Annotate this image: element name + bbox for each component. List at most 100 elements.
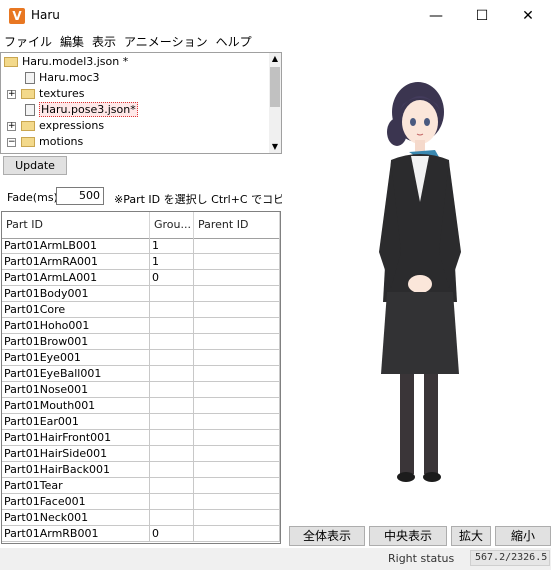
cell-parent-id[interactable] — [194, 382, 280, 398]
cell-group[interactable] — [150, 462, 194, 478]
table-row[interactable]: Part01ArmRB001 0 — [2, 526, 280, 542]
cell-part-id[interactable]: Part01Eye001 — [2, 350, 150, 366]
cell-group[interactable] — [150, 510, 194, 526]
scroll-up-icon[interactable]: ▲ — [269, 53, 281, 65]
table-row[interactable]: Part01HairSide001 — [2, 446, 280, 462]
table-row[interactable]: Part01Face001 — [2, 494, 280, 510]
expand-textures[interactable]: + — [7, 90, 16, 99]
column-part-id[interactable]: Part ID — [2, 212, 150, 238]
table-row[interactable]: Part01ArmLA001 0 — [2, 270, 280, 286]
table-row[interactable]: Part01Mouth001 — [2, 398, 280, 414]
zoom-in-button[interactable]: 拡大 — [451, 526, 491, 546]
cell-part-id[interactable]: Part01HairFront001 — [2, 430, 150, 446]
table-row[interactable]: Part01Neck001 — [2, 510, 280, 526]
scroll-down-icon[interactable]: ▼ — [269, 141, 281, 153]
cell-group[interactable]: 0 — [150, 270, 194, 286]
cell-part-id[interactable]: Part01ArmLB001 — [2, 238, 150, 254]
cell-parent-id[interactable] — [194, 254, 280, 270]
cell-part-id[interactable]: Part01Face001 — [2, 494, 150, 510]
model-viewer[interactable] — [287, 52, 551, 524]
scroll-thumb[interactable] — [270, 67, 280, 107]
cell-group[interactable] — [150, 398, 194, 414]
cell-group[interactable]: 1 — [150, 254, 194, 270]
table-row[interactable]: Part01Core — [2, 302, 280, 318]
cell-part-id[interactable]: Part01ArmLA001 — [2, 270, 150, 286]
collapse-motions[interactable]: − — [7, 138, 16, 147]
cell-parent-id[interactable] — [194, 270, 280, 286]
cell-parent-id[interactable] — [194, 398, 280, 414]
fade-input[interactable]: 500 — [56, 187, 104, 205]
cell-part-id[interactable]: Part01EyeBall001 — [2, 366, 150, 382]
menu-view[interactable]: 表示 — [88, 32, 120, 52]
tree-item-expressions[interactable]: expressions — [21, 118, 104, 134]
cell-part-id[interactable]: Part01Mouth001 — [2, 398, 150, 414]
table-row[interactable]: Part01Eye001 — [2, 350, 280, 366]
cell-part-id[interactable]: Part01Core — [2, 302, 150, 318]
cell-part-id[interactable]: Part01HairSide001 — [2, 446, 150, 462]
menu-file[interactable]: ファイル — [0, 32, 56, 52]
center-view-button[interactable]: 中央表示 — [369, 526, 447, 546]
cell-parent-id[interactable] — [194, 494, 280, 510]
cell-part-id[interactable]: Part01Hoho001 — [2, 318, 150, 334]
cell-group[interactable] — [150, 414, 194, 430]
cell-group[interactable] — [150, 302, 194, 318]
menu-animation[interactable]: アニメーション — [120, 32, 212, 52]
cell-parent-id[interactable] — [194, 462, 280, 478]
tree-item-motions[interactable]: motions — [21, 134, 83, 150]
menu-help[interactable]: ヘルプ — [212, 32, 256, 52]
cell-parent-id[interactable] — [194, 350, 280, 366]
maximize-button[interactable]: ☐ — [459, 0, 505, 32]
cell-parent-id[interactable] — [194, 318, 280, 334]
cell-group[interactable] — [150, 430, 194, 446]
table-row[interactable]: Part01Tear — [2, 478, 280, 494]
close-button[interactable]: ✕ — [505, 0, 551, 32]
cell-group[interactable]: 0 — [150, 526, 194, 542]
cell-part-id[interactable]: Part01Neck001 — [2, 510, 150, 526]
cell-group[interactable] — [150, 478, 194, 494]
cell-group[interactable]: 1 — [150, 238, 194, 254]
cell-part-id[interactable]: Part01Nose001 — [2, 382, 150, 398]
cell-group[interactable] — [150, 382, 194, 398]
update-button[interactable]: Update — [3, 156, 67, 175]
cell-part-id[interactable]: Part01ArmRB001 — [2, 526, 150, 542]
tree-scrollbar[interactable]: ▲ ▼ — [269, 53, 281, 153]
cell-parent-id[interactable] — [194, 478, 280, 494]
table-row[interactable]: Part01Nose001 — [2, 382, 280, 398]
expand-expressions[interactable]: + — [7, 122, 16, 131]
cell-parent-id[interactable] — [194, 430, 280, 446]
cell-group[interactable] — [150, 334, 194, 350]
table-row[interactable]: Part01HairBack001 — [2, 462, 280, 478]
cell-group[interactable] — [150, 446, 194, 462]
cell-parent-id[interactable] — [194, 414, 280, 430]
cell-group[interactable] — [150, 366, 194, 382]
show-all-button[interactable]: 全体表示 — [289, 526, 365, 546]
table-row[interactable]: Part01Ear001 — [2, 414, 280, 430]
cell-group[interactable] — [150, 350, 194, 366]
cell-parent-id[interactable] — [194, 366, 280, 382]
parts-grid[interactable]: Part ID Grou... Parent ID Part01ArmLB001… — [1, 211, 281, 544]
cell-part-id[interactable]: Part01HairBack001 — [2, 462, 150, 478]
table-row[interactable]: Part01HairFront001 — [2, 430, 280, 446]
cell-parent-id[interactable] — [194, 334, 280, 350]
file-tree[interactable]: Haru.model3.json * Haru.moc3 + textures … — [0, 52, 282, 154]
cell-part-id[interactable]: Part01ArmRA001 — [2, 254, 150, 270]
cell-part-id[interactable]: Part01Tear — [2, 478, 150, 494]
cell-group[interactable] — [150, 318, 194, 334]
table-row[interactable]: Part01Body001 — [2, 286, 280, 302]
table-row[interactable]: Part01ArmLB001 1 — [2, 238, 280, 254]
zoom-out-button[interactable]: 縮小 — [495, 526, 551, 546]
cell-parent-id[interactable] — [194, 446, 280, 462]
cell-parent-id[interactable] — [194, 510, 280, 526]
cell-parent-id[interactable] — [194, 302, 280, 318]
cell-part-id[interactable]: Part01Brow001 — [2, 334, 150, 350]
table-row[interactable]: Part01Brow001 — [2, 334, 280, 350]
tree-item-model[interactable]: Haru.model3.json * — [4, 54, 128, 70]
tree-item-moc[interactable]: Haru.moc3 — [25, 70, 100, 86]
table-row[interactable]: Part01EyeBall001 — [2, 366, 280, 382]
menu-edit[interactable]: 編集 — [56, 32, 88, 52]
cell-parent-id[interactable] — [194, 526, 280, 542]
cell-parent-id[interactable] — [194, 238, 280, 254]
tree-item-textures[interactable]: textures — [21, 86, 84, 102]
column-parent-id[interactable]: Parent ID — [194, 212, 280, 238]
cell-part-id[interactable]: Part01Ear001 — [2, 414, 150, 430]
